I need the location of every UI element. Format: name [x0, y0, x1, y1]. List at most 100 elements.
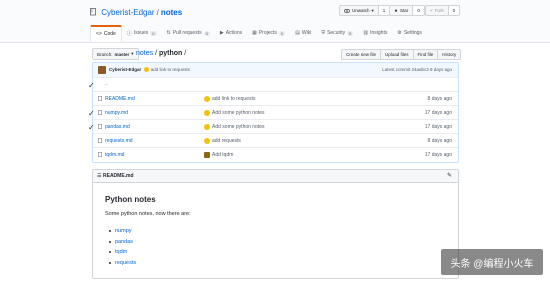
tab-label: Security [327, 30, 346, 36]
breadcrumb-trailing-separator: / [184, 50, 187, 57]
tab-label: Settings [403, 30, 422, 36]
readme-link[interactable]: tqdm [115, 249, 127, 255]
file-commit-message-text: Add some python notes [212, 124, 265, 130]
list-item: requests [109, 258, 136, 269]
pull-request-icon: ⇅ [166, 30, 171, 36]
breadcrumb-current: python [158, 50, 183, 57]
create-file-button[interactable]: Create new file [341, 49, 382, 60]
repo-icon [90, 8, 96, 16]
tab-code[interactable]: <> Code [90, 25, 122, 42]
tab-pull-requests[interactable]: ⇅ Pull requests 0 [162, 25, 215, 41]
avatar[interactable] [98, 66, 106, 74]
tab-projects[interactable]: ▦ Projects 0 [247, 25, 290, 41]
tab-label: Projects [258, 30, 277, 36]
file-name-link[interactable]: numpy.md [105, 110, 128, 116]
file-commit-message[interactable]: Add some python notes [204, 124, 265, 130]
tab-wiki[interactable]: ▤ Wiki [290, 25, 316, 41]
file-row[interactable]: numpy.md Add some python notes 17 days a… [93, 105, 458, 120]
branch-name: master [114, 51, 130, 57]
code-icon: <> [96, 31, 102, 37]
fork-button[interactable]: ⑂ Fork [425, 5, 449, 16]
tab-security[interactable]: ⛨ Security 0 [316, 25, 358, 41]
bullet-icon [109, 240, 111, 243]
list-icon: ☰ [97, 173, 102, 179]
fork-count[interactable]: 0 [448, 5, 461, 16]
tab-label: Insights [370, 30, 388, 36]
file-age: 8 days ago [427, 96, 452, 102]
unwatch-button[interactable]: Unwatch ▾ [339, 5, 379, 16]
file-commit-message-text: add link to requests [212, 96, 256, 102]
caret-down-icon: ▾ [371, 7, 374, 13]
readme-link[interactable]: pandas [115, 239, 133, 245]
file-commit-message[interactable]: add requests [204, 138, 241, 144]
file-row[interactable]: README.md add link to requests 8 days ag… [93, 91, 458, 106]
file-name-link[interactable]: pandas.md [105, 124, 130, 130]
repo-title: Cyberist-Edgar / notes [90, 8, 182, 17]
star-icon: ★ [394, 7, 399, 13]
file-commit-message-text: Add some python notes [212, 110, 265, 116]
project-icon: ▦ [252, 30, 257, 36]
repo-owner-link[interactable]: Cyberist-Edgar [101, 8, 154, 17]
commit-author-link[interactable]: Cyberist-Edgar [109, 67, 141, 72]
star-label: Star [400, 8, 409, 13]
readme-link[interactable]: numpy [115, 228, 132, 234]
parent-directory-link[interactable]: .. [105, 81, 108, 87]
readme-link-list: numpy pandas tqdm requests [109, 226, 136, 268]
breadcrumb-root-link[interactable]: notes [136, 50, 153, 57]
tab-count: 0 [278, 30, 286, 36]
gear-icon: ⚙ [397, 30, 402, 36]
tab-settings[interactable]: ⚙ Settings [392, 25, 427, 41]
repo-separator: / [156, 8, 159, 17]
bullet-icon [109, 261, 111, 264]
breadcrumb-separator: / [155, 50, 158, 57]
tab-count: 0 [347, 30, 354, 36]
checkmark-icon: ✓ [88, 109, 95, 118]
file-icon [98, 96, 102, 101]
tab-label: Pull requests [172, 30, 202, 36]
parent-directory-row[interactable]: .. [93, 77, 458, 92]
upload-files-button[interactable]: Upload files [380, 49, 414, 60]
bullet-icon [109, 251, 111, 254]
branch-select[interactable]: Branch: master ▾ [92, 48, 139, 60]
latest-commit-bar: Cyberist-Edgar add link to requests Late… [93, 63, 458, 78]
file-row[interactable]: tqdm.md Add tqdm 17 days ago [93, 147, 458, 162]
latest-commit-info[interactable]: Latest commit 24aabc3 8 days ago [382, 67, 452, 72]
commit-emoji-icon [143, 67, 149, 72]
star-count[interactable]: 0 [413, 5, 425, 16]
tab-actions[interactable]: ▶ Actions [215, 25, 247, 41]
file-name-link[interactable]: tqdm.md [105, 152, 124, 158]
readme-header: ☰ README.md ✎ [93, 170, 458, 183]
file-list: Cyberist-Edgar add link to requests Late… [92, 62, 459, 163]
commit-emoji-icon [204, 96, 210, 102]
shield-icon: ⛨ [321, 30, 326, 36]
find-file-button[interactable]: Find file [412, 49, 439, 60]
file-commit-message[interactable]: Add tqdm [204, 152, 233, 158]
file-age: 17 days ago [424, 152, 452, 158]
file-name-link[interactable]: README.md [105, 96, 135, 102]
history-button[interactable]: History [437, 49, 462, 60]
star-button[interactable]: ★ Star [389, 5, 414, 16]
list-item: pandas [109, 237, 136, 248]
readme-intro: Some python notes, now there are: [105, 211, 191, 217]
file-commit-message-text: add requests [212, 138, 241, 144]
file-commit-message[interactable]: Add some python notes [204, 110, 265, 116]
commit-message-link[interactable]: add link to requests [151, 67, 190, 72]
readme-link[interactable]: requests [115, 260, 136, 266]
fork-icon: ⑂ [430, 8, 433, 13]
checkmark-icon: ✓ [88, 81, 95, 90]
tab-issues[interactable]: ⓘ Issues 0 [122, 25, 162, 41]
repo-name-link[interactable]: notes [161, 8, 182, 17]
pencil-icon[interactable]: ✎ [447, 172, 452, 179]
graph-icon: ▥ [363, 30, 369, 36]
readme-panel: ☰ README.md ✎ Python notes Some python n… [92, 169, 459, 279]
unwatch-label: Unwatch [352, 8, 370, 13]
file-name-link[interactable]: requests.md [105, 138, 133, 144]
file-commit-message[interactable]: add link to requests [204, 96, 255, 102]
file-row[interactable]: requests.md add requests 8 days ago [93, 133, 458, 148]
file-icon [98, 110, 102, 115]
tab-count: 0 [203, 30, 210, 36]
tab-insights[interactable]: ▥ Insights [358, 25, 392, 41]
hammer-icon [204, 152, 210, 158]
file-row[interactable]: pandas.md Add some python notes 17 days … [93, 119, 458, 134]
file-icon [98, 124, 102, 129]
